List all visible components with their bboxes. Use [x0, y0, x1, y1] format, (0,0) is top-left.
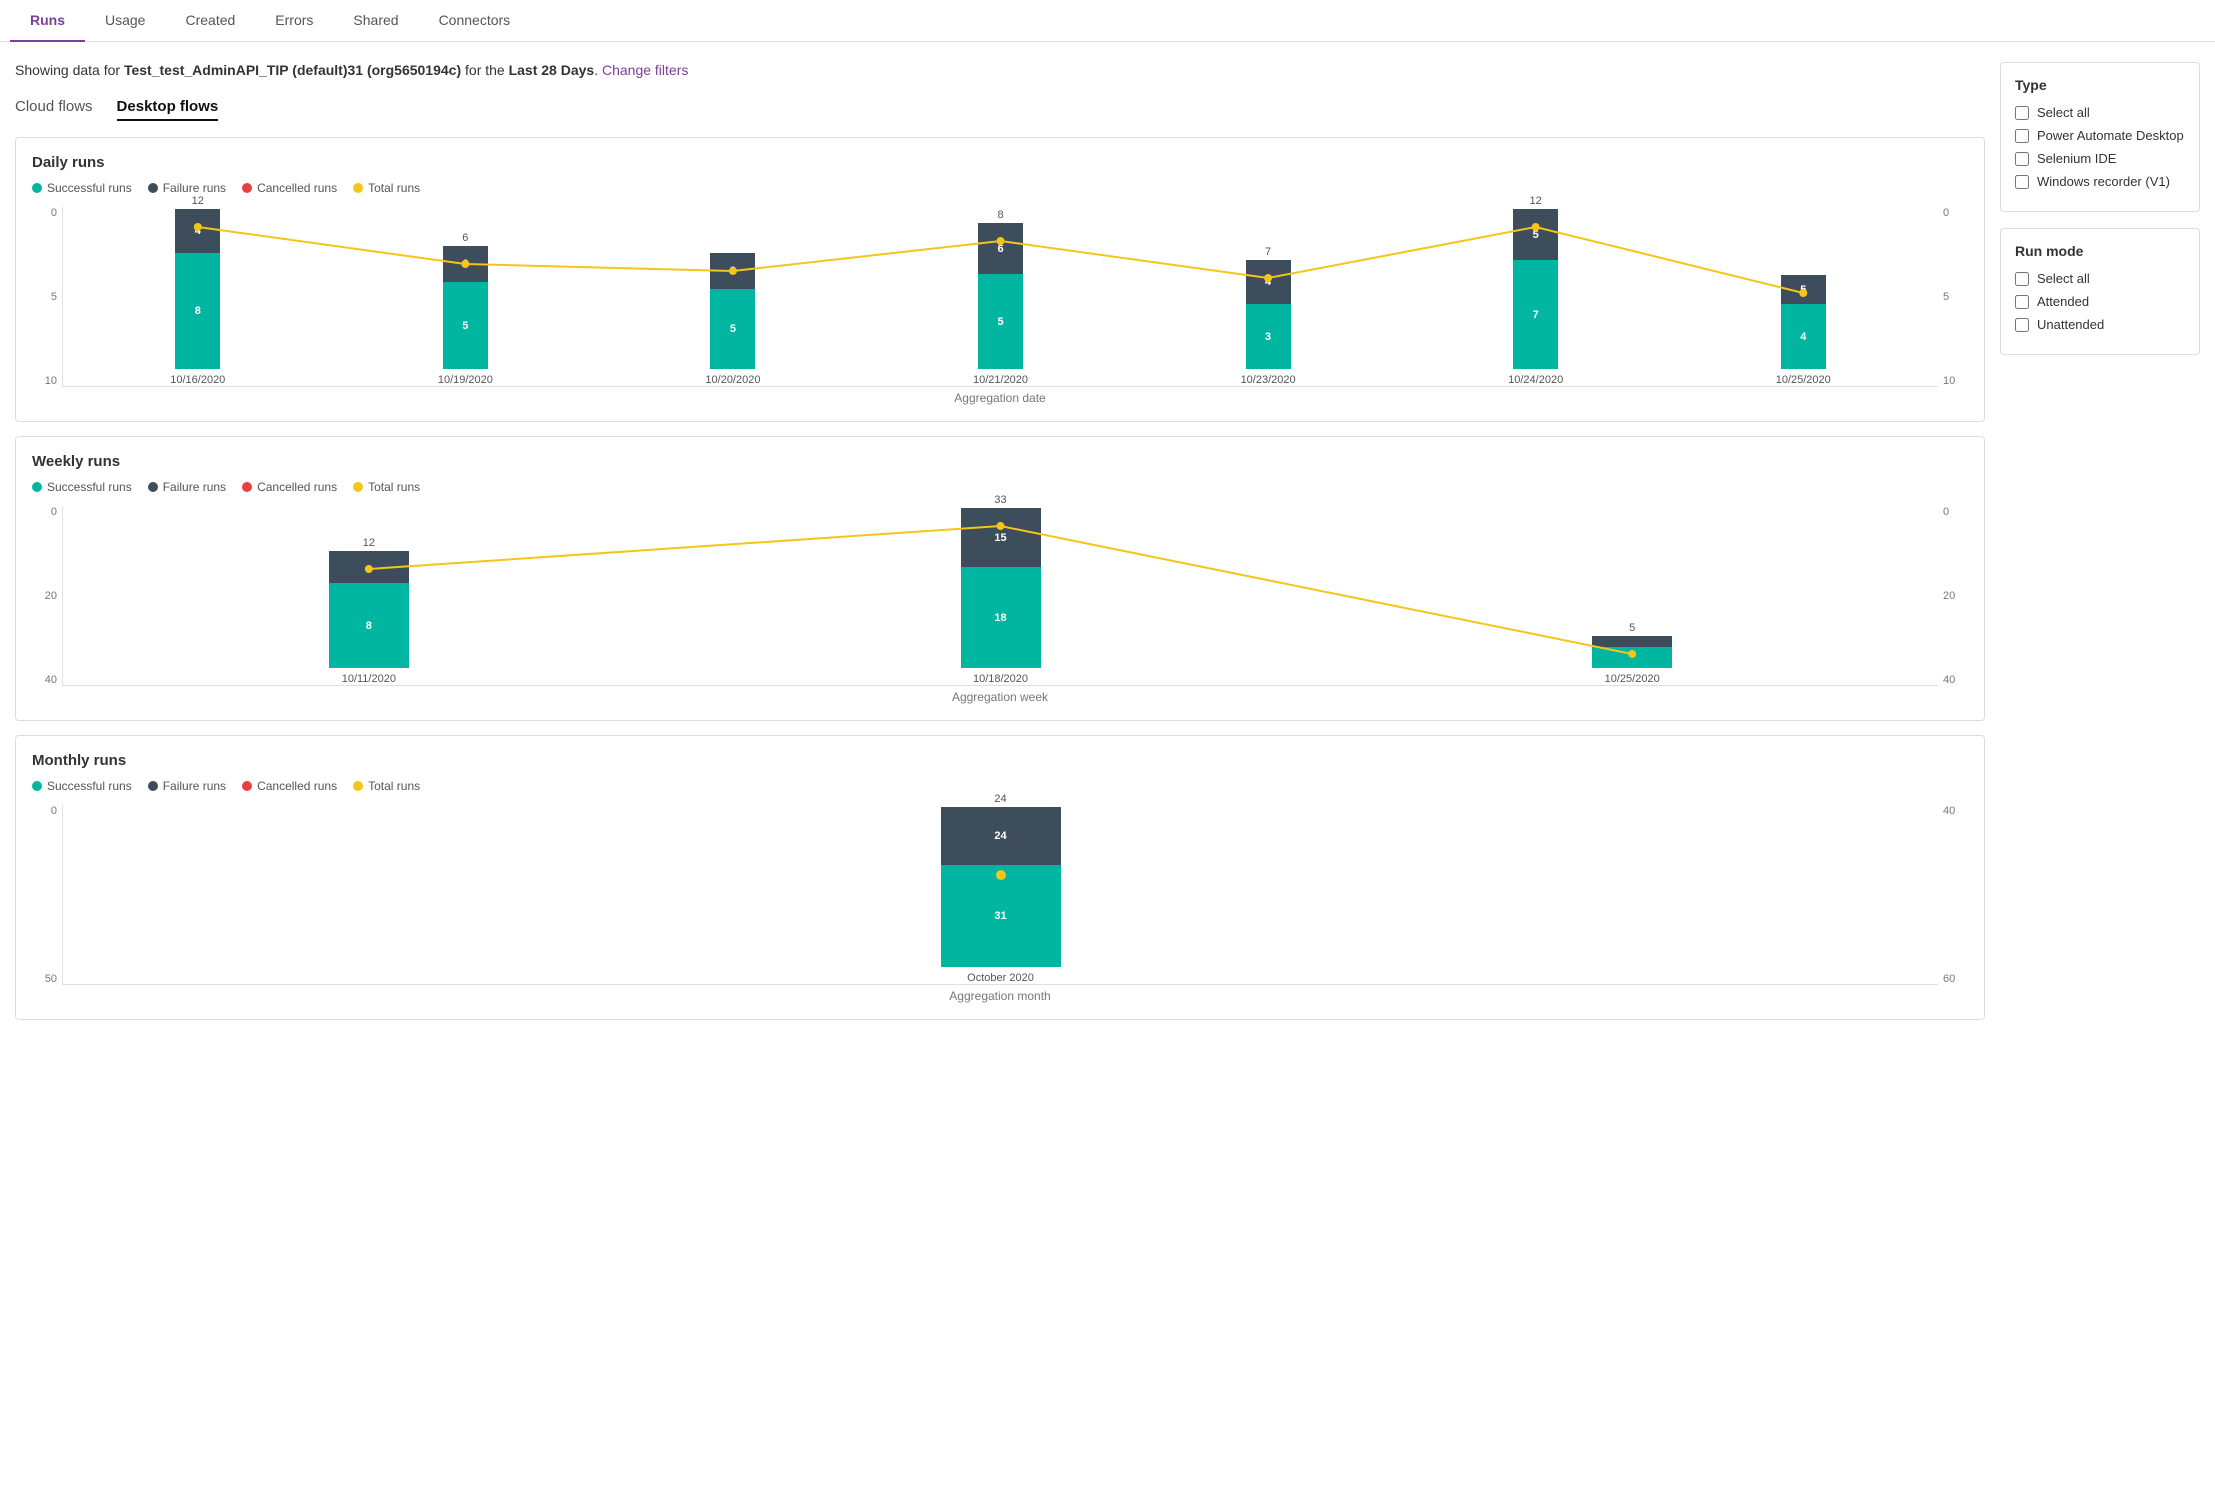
weekly-y-axis-right: 40200	[1938, 506, 1968, 686]
nav-tabs: RunsUsageCreatedErrorsSharedConnectors	[0, 0, 2215, 42]
legend-dot	[353, 482, 363, 492]
daily-y-axis-right: 1050	[1938, 207, 1968, 387]
bar-group: 66510/19/2020	[341, 232, 591, 386]
type-filter-item[interactable]: Select all	[2015, 105, 2185, 120]
nav-tab-connectors[interactable]: Connectors	[419, 0, 531, 42]
type-filter-box: Type Select all Power Automate Desktop Sel…	[2000, 62, 2200, 212]
legend-item: Failure runs	[148, 181, 226, 195]
run-mode-filter-title: Run mode	[2015, 243, 2185, 259]
legend-dot	[353, 183, 363, 193]
bar-group: 242431October 2020	[73, 793, 1928, 984]
nav-tab-shared[interactable]: Shared	[333, 0, 418, 42]
daily-runs-chart: Daily runs Successful runs Failure runs Ca…	[15, 137, 1985, 422]
run-mode-filter-item[interactable]: Select all	[2015, 271, 2185, 286]
legend-dot	[32, 781, 42, 791]
daily-y-axis-left: 1050	[32, 207, 62, 387]
nav-tab-usage[interactable]: Usage	[85, 0, 165, 42]
monthly-x-title: Aggregation month	[32, 989, 1968, 1003]
legend-item: Cancelled runs	[242, 181, 337, 195]
run-mode-filter-item[interactable]: Attended	[2015, 294, 2185, 309]
sub-tabs: Cloud flows Desktop flows	[15, 98, 1985, 121]
bar-group: 510/25/2020	[1336, 622, 1928, 685]
legend-dot	[148, 482, 158, 492]
legend-item: Successful runs	[32, 480, 132, 494]
monthly-runs-chart: Monthly runs Successful runs Failure runs…	[15, 735, 1985, 1020]
monthly-y-axis-left: 500	[32, 805, 62, 985]
sub-tab-desktop-flows[interactable]: Desktop flows	[117, 98, 219, 121]
bar-group: 5410/25/2020	[1678, 261, 1928, 386]
legend-item: Failure runs	[148, 779, 226, 793]
run-mode-filter-box: Run mode Select all Attended Unattended	[2000, 228, 2200, 355]
daily-chart-title: Daily runs	[32, 154, 1968, 171]
weekly-runs-chart: Weekly runs Successful runs Failure runs C…	[15, 436, 1985, 721]
period: Last 28 Days	[509, 62, 595, 78]
monthly-legend: Successful runs Failure runs Cancelled run…	[32, 779, 1968, 793]
daily-x-title: Aggregation date	[32, 391, 1968, 405]
daily-legend: Successful runs Failure runs Cancelled run…	[32, 181, 1968, 195]
run-mode-filter-item[interactable]: Unattended	[2015, 317, 2185, 332]
type-filter-title: Type	[2015, 77, 2185, 93]
legend-dot	[242, 482, 252, 492]
legend-dot	[32, 482, 42, 492]
weekly-x-title: Aggregation week	[32, 690, 1968, 704]
bar-group: 33151810/18/2020	[705, 494, 1297, 685]
monthly-chart-title: Monthly runs	[32, 752, 1968, 769]
legend-dot	[242, 781, 252, 791]
weekly-legend: Successful runs Failure runs Cancelled run…	[32, 480, 1968, 494]
legend-item: Total runs	[353, 181, 420, 195]
org-name: Test_test_AdminAPI_TIP (default)31 (org5…	[124, 62, 461, 78]
legend-item: Successful runs	[32, 779, 132, 793]
legend-dot	[148, 781, 158, 791]
nav-tab-errors[interactable]: Errors	[255, 0, 333, 42]
legend-item: Failure runs	[148, 480, 226, 494]
change-filters-link[interactable]: Change filters	[602, 62, 688, 78]
type-filter-item[interactable]: Power Automate Desktop	[2015, 128, 2185, 143]
legend-dot	[353, 781, 363, 791]
nav-tab-runs[interactable]: Runs	[10, 0, 85, 42]
weekly-y-axis-left: 40200	[32, 506, 62, 686]
legend-dot	[242, 183, 252, 193]
bar-group: 124810/16/2020	[73, 195, 323, 386]
legend-item: Total runs	[353, 779, 420, 793]
weekly-chart-title: Weekly runs	[32, 453, 1968, 470]
bar-group: 125710/24/2020	[1411, 195, 1661, 386]
legend-dot	[148, 183, 158, 193]
bar-group: 12810/11/2020	[73, 537, 665, 685]
legend-item: Successful runs	[32, 181, 132, 195]
bar-group: 74310/23/2020	[1143, 246, 1393, 386]
sub-tab-cloud-flows[interactable]: Cloud flows	[15, 98, 93, 121]
type-filter-item[interactable]: Windows recorder (V1)	[2015, 174, 2185, 189]
legend-item: Total runs	[353, 480, 420, 494]
nav-tab-created[interactable]: Created	[165, 0, 255, 42]
total-dot	[996, 870, 1006, 880]
type-filter-item[interactable]: Selenium IDE	[2015, 151, 2185, 166]
legend-item: Cancelled runs	[242, 480, 337, 494]
info-bar: Showing data for Test_test_AdminAPI_TIP …	[15, 62, 1985, 78]
legend-dot	[32, 183, 42, 193]
bar-group: 86510/21/2020	[876, 209, 1126, 386]
bar-group: 3510/20/2020	[608, 239, 858, 386]
monthly-y-axis-right: 6040	[1938, 805, 1968, 985]
legend-item: Cancelled runs	[242, 779, 337, 793]
